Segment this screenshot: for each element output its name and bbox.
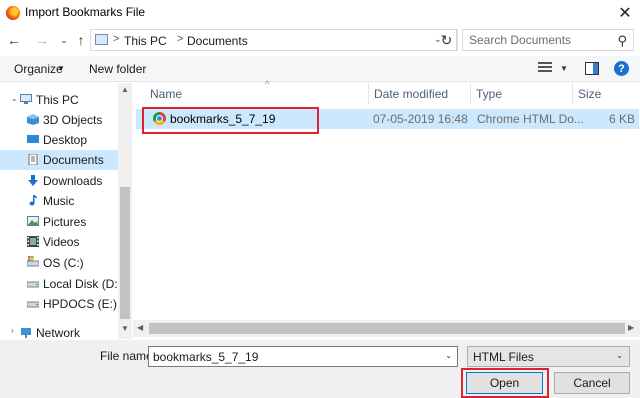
nav-item-label: Downloads <box>43 174 103 188</box>
file-type-value[interactable]: HTML Files <box>473 350 534 364</box>
search-box[interactable]: ⚲ <box>462 29 634 51</box>
nav-item-network[interactable]: › Network <box>0 327 118 339</box>
close-button[interactable]: ✕ <box>610 0 640 26</box>
column-header-size[interactable]: Size <box>573 83 640 105</box>
drive-e-icon <box>27 301 39 308</box>
view-options-caret-icon[interactable]: ▼ <box>560 64 568 73</box>
nav-item-hpdocs-e[interactable]: HPDOCS (E:) <box>0 294 118 314</box>
refresh-button[interactable]: ↻ <box>437 29 457 51</box>
documents-icon <box>28 154 38 165</box>
horizontal-scroll-thumb[interactable] <box>149 323 625 334</box>
up-button[interactable]: ↑ <box>72 29 90 51</box>
recent-locations-button[interactable]: ⌄ <box>55 29 73 51</box>
3d-objects-icon <box>27 114 39 125</box>
column-header-date-modified[interactable]: Date modified <box>369 83 471 105</box>
nav-item-label: OS (C:) <box>43 256 84 270</box>
breadcrumb-this-pc[interactable]: This PC <box>124 34 167 48</box>
navigation-pane[interactable]: ⌄ This PC 3D Objects Desktop Documents D… <box>0 83 132 339</box>
music-note-icon <box>29 195 37 206</box>
network-icon <box>21 328 31 338</box>
chevron-down-icon[interactable]: ⌄ <box>445 351 452 360</box>
nav-item-desktop[interactable]: Desktop <box>0 130 118 150</box>
nav-scrollbar[interactable]: ▲ ▼ <box>118 83 132 339</box>
scroll-up-arrow-icon[interactable]: ▲ <box>121 85 129 94</box>
firefox-icon <box>6 6 20 20</box>
nav-item-label: Local Disk (D:) <box>43 277 122 291</box>
file-name-input[interactable]: bookmarks_5_7_19 ⌄ <box>148 346 458 367</box>
expand-chevron-icon[interactable]: › <box>11 327 14 335</box>
command-bar: Organize ▼ New folder ▼ ? <box>0 56 640 82</box>
scroll-right-arrow-icon[interactable]: ▶ <box>628 323 634 332</box>
column-header-label: Name <box>150 87 183 101</box>
horizontal-scrollbar[interactable]: ◀ ▶ <box>133 320 640 337</box>
nav-item-music[interactable]: Music <box>0 191 118 211</box>
breadcrumb-separator[interactable]: > <box>113 33 119 45</box>
details-view-icon[interactable] <box>538 62 552 74</box>
window-title: Import Bookmarks File <box>25 5 146 19</box>
nav-item-local-disk-d[interactable]: Local Disk (D:) <box>0 274 122 294</box>
caret-down-icon[interactable]: ▼ <box>57 64 65 73</box>
annotation-highlight-file <box>142 107 319 134</box>
collapse-chevron-icon[interactable]: ⌄ <box>11 94 18 103</box>
nav-item-label: Desktop <box>43 133 88 147</box>
videos-icon <box>27 236 39 247</box>
nav-item-label: Pictures <box>43 215 87 229</box>
preview-pane-icon[interactable] <box>585 62 599 75</box>
desktop-icon <box>27 135 39 143</box>
help-icon[interactable]: ? <box>614 61 629 76</box>
new-folder-button[interactable]: New folder <box>89 62 146 76</box>
nav-item-label: Videos <box>43 235 80 249</box>
nav-item-label: This PC <box>36 93 79 107</box>
file-size: 6 KB <box>608 112 635 126</box>
nav-item-label: Music <box>43 194 75 208</box>
sort-ascending-icon: ^ <box>265 79 270 89</box>
file-date-modified: 07-05-2019 16:48 <box>373 112 468 126</box>
pc-icon <box>95 34 108 45</box>
nav-item-this-pc[interactable]: ⌄ This PC <box>0 90 118 110</box>
breadcrumb-documents[interactable]: Documents <box>187 34 248 48</box>
back-button[interactable]: ← <box>5 29 23 51</box>
column-header-type[interactable]: Type <box>471 83 573 105</box>
file-name-value[interactable]: bookmarks_5_7_19 <box>153 350 258 364</box>
chevron-down-icon[interactable]: ⌄ <box>616 351 623 360</box>
nav-item-label: 3D Objects <box>43 113 103 127</box>
download-arrow-icon <box>28 175 38 186</box>
drive-c-icon <box>27 256 39 267</box>
nav-item-label: Network <box>36 327 81 339</box>
organize-button[interactable]: Organize <box>14 62 63 76</box>
file-type: Chrome HTML Do... <box>477 112 584 126</box>
nav-item-downloads[interactable]: Downloads <box>0 171 118 191</box>
forward-button[interactable]: → <box>33 29 51 51</box>
nav-item-os-c[interactable]: OS (C:) <box>0 253 118 273</box>
column-header-name[interactable]: Name ^ <box>145 79 369 105</box>
scroll-down-arrow-icon[interactable]: ▼ <box>121 324 129 333</box>
pictures-icon <box>27 216 39 226</box>
nav-item-pictures[interactable]: Pictures <box>0 212 118 232</box>
nav-item-label: Documents <box>43 153 104 167</box>
title-bar: Import Bookmarks File ✕ <box>0 0 640 26</box>
cancel-button[interactable]: Cancel <box>554 372 630 394</box>
nav-item-videos[interactable]: Videos <box>0 232 118 252</box>
scroll-left-arrow-icon[interactable]: ◀ <box>137 323 143 332</box>
search-input[interactable] <box>463 30 613 50</box>
breadcrumb-separator[interactable]: > <box>177 33 183 45</box>
nav-item-documents[interactable]: Documents <box>0 150 118 170</box>
file-type-select[interactable]: HTML Files ⌄ <box>467 346 630 367</box>
nav-item-3d-objects[interactable]: 3D Objects <box>0 110 118 130</box>
address-bar[interactable]: > This PC > Documents ⌄ <box>90 29 458 51</box>
drive-d-icon <box>27 281 39 288</box>
annotation-highlight-open <box>461 368 549 398</box>
pc-icon <box>20 94 32 104</box>
search-icon[interactable]: ⚲ <box>617 33 627 49</box>
nav-scroll-thumb[interactable] <box>120 187 130 319</box>
nav-item-label: HPDOCS (E:) <box>43 297 118 311</box>
